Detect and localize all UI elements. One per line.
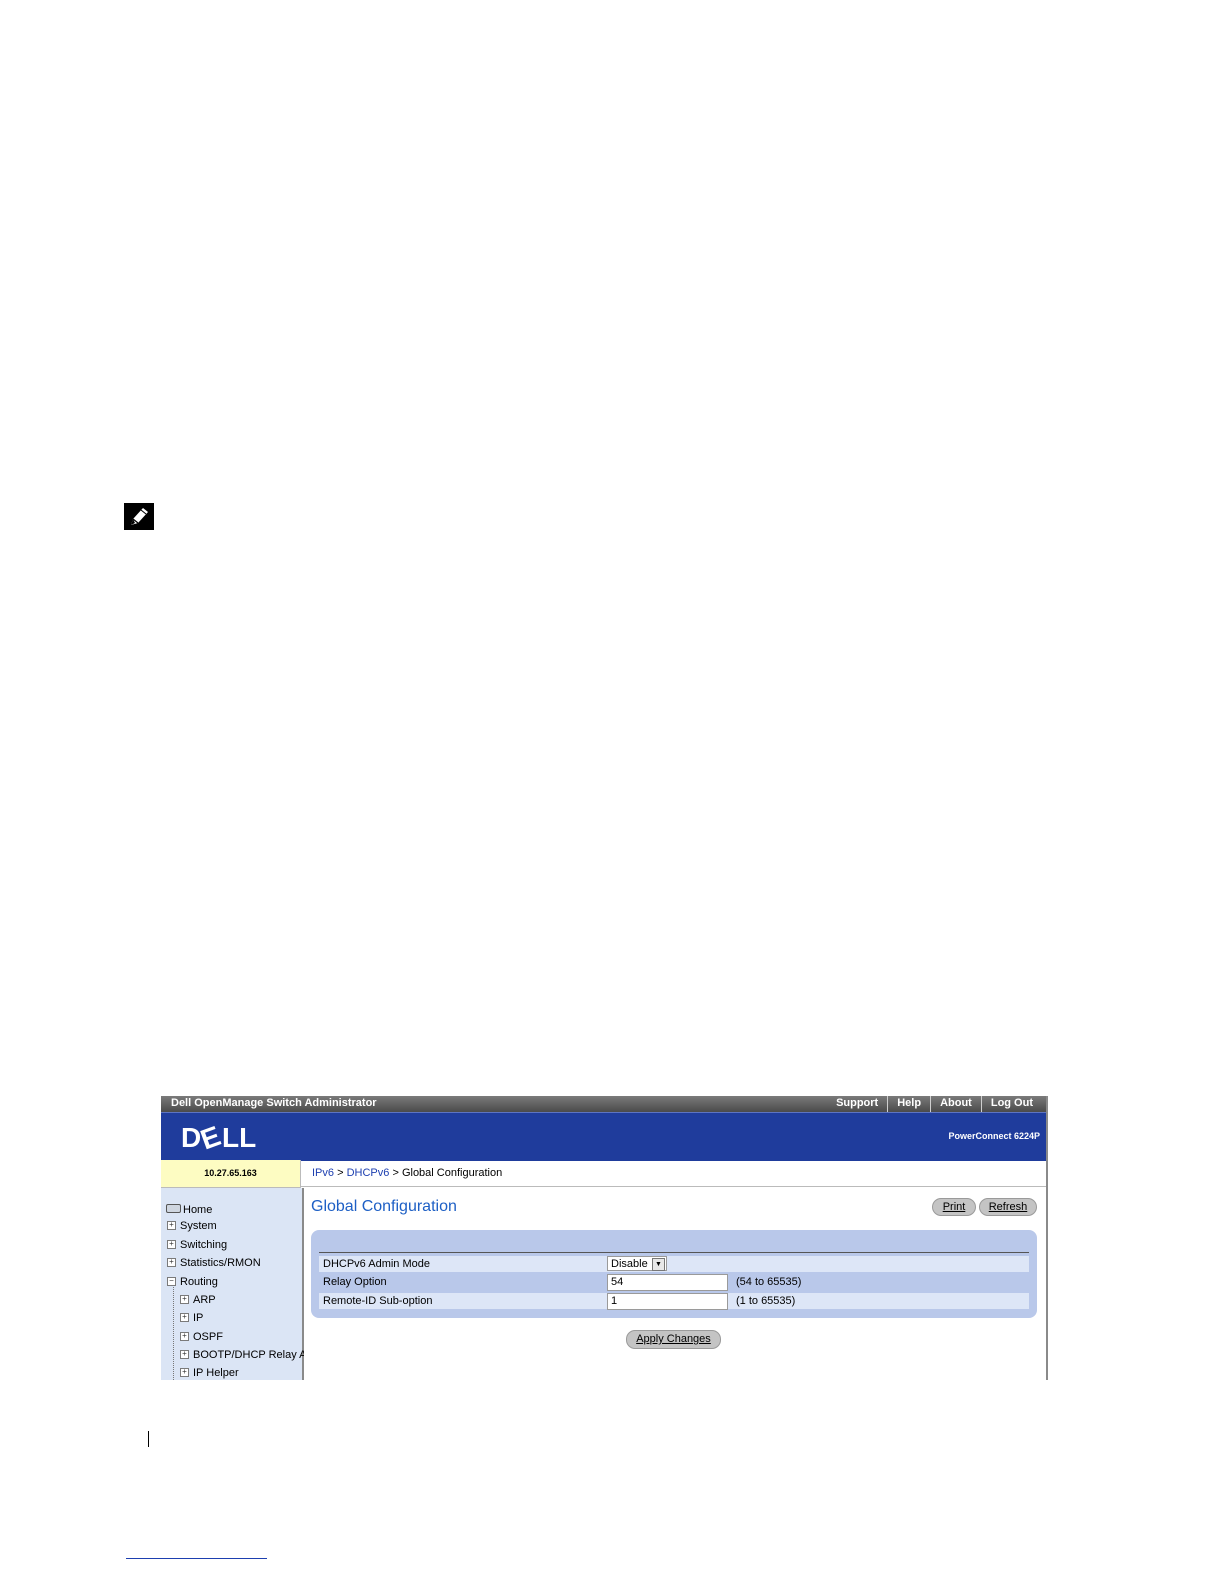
refresh-button[interactable]: Refresh xyxy=(979,1198,1037,1216)
relay-option-input[interactable]: 54 xyxy=(607,1274,728,1291)
config-panel: DHCPv6 Admin Mode Disable ▼ Relay Option… xyxy=(311,1230,1037,1318)
relay-option-range: (54 to 65535) xyxy=(736,1276,802,1288)
breadcrumb-current: Global Configuration xyxy=(401,1167,503,1179)
home-icon xyxy=(166,1204,181,1213)
table-row: DHCPv6 Admin Mode Disable ▼ xyxy=(319,1256,1029,1272)
sidebar-item-home[interactable]: Home xyxy=(166,1204,212,1216)
page-side-rule xyxy=(148,1431,149,1447)
breadcrumb-dhcpv6[interactable]: DHCPv6 xyxy=(347,1167,390,1179)
breadcrumb-separator: > xyxy=(337,1167,344,1179)
sidebar-item-system[interactable]: + System xyxy=(167,1220,217,1232)
expand-icon[interactable]: + xyxy=(180,1313,189,1322)
collapse-icon[interactable]: − xyxy=(167,1277,176,1286)
remote-id-range: (1 to 65535) xyxy=(736,1295,796,1307)
remote-id-input[interactable]: 1 xyxy=(607,1293,728,1310)
tree-line xyxy=(173,1284,175,1380)
chevron-down-icon[interactable]: ▼ xyxy=(652,1258,665,1271)
note-pencil-icon xyxy=(124,503,154,530)
relay-option-label: Relay Option xyxy=(323,1276,387,1288)
expand-icon[interactable]: + xyxy=(167,1221,176,1230)
expand-icon[interactable]: + xyxy=(180,1332,189,1341)
table-row: Relay Option 54 (54 to 65535) xyxy=(319,1274,1029,1291)
logout-link[interactable]: Log Out xyxy=(980,1096,1042,1112)
dell-logo: D E LL xyxy=(181,1122,256,1152)
screenshot-window: Dell OpenManage Switch Administrator Sup… xyxy=(161,1096,1048,1380)
admin-mode-select[interactable]: Disable ▼ xyxy=(607,1256,667,1271)
expand-icon[interactable]: + xyxy=(167,1240,176,1249)
print-button[interactable]: Print xyxy=(932,1198,976,1216)
help-link[interactable]: Help xyxy=(887,1096,930,1112)
expand-icon[interactable]: + xyxy=(180,1350,189,1359)
sidebar-item-ospf[interactable]: + OSPF xyxy=(180,1331,223,1343)
top-links: Support Help About Log Out xyxy=(827,1096,1042,1112)
footnote-rule xyxy=(126,1558,267,1559)
support-link[interactable]: Support xyxy=(827,1096,887,1112)
table-row: Remote-ID Sub-option 1 (1 to 65535) xyxy=(319,1293,1029,1310)
app-title: Dell OpenManage Switch Administrator xyxy=(171,1097,377,1109)
top-bar: Dell OpenManage Switch Administrator Sup… xyxy=(161,1096,1046,1112)
sidebar-item-ip[interactable]: + IP xyxy=(180,1312,203,1324)
sidebar-item-arp[interactable]: + ARP xyxy=(180,1294,216,1306)
breadcrumb: IPv6 > DHCPv6 > Global Configuration xyxy=(301,1160,1046,1187)
page-title: Global Configuration xyxy=(311,1198,457,1215)
svg-text:LL: LL xyxy=(222,1122,256,1152)
sidebar-item-bootp[interactable]: + BOOTP/DHCP Relay A xyxy=(180,1349,307,1361)
expand-icon[interactable]: + xyxy=(167,1258,176,1267)
main-content: Global Configuration Print Refresh DHCPv… xyxy=(304,1188,1044,1380)
ip-address: 10.27.65.163 xyxy=(161,1160,301,1188)
breadcrumb-ipv6[interactable]: IPv6 xyxy=(312,1167,334,1179)
sidebar-item-ip-helper[interactable]: + IP Helper xyxy=(180,1367,239,1379)
model-name: PowerConnect 6224P xyxy=(948,1131,1040,1141)
remote-id-label: Remote-ID Sub-option xyxy=(323,1295,433,1307)
sidebar-item-routing[interactable]: − Routing xyxy=(167,1276,218,1288)
apply-changes-button[interactable]: Apply Changes xyxy=(626,1330,721,1349)
panel-divider xyxy=(319,1252,1029,1253)
expand-icon[interactable]: + xyxy=(180,1368,189,1377)
breadcrumb-separator: > xyxy=(392,1167,399,1179)
about-link[interactable]: About xyxy=(930,1096,981,1112)
sidebar-item-switching[interactable]: + Switching xyxy=(167,1239,227,1251)
sidebar-item-statistics[interactable]: + Statistics/RMON xyxy=(167,1257,261,1269)
sidebar: Home + System + Switching + Statistics/RMON… xyxy=(161,1188,307,1380)
expand-icon[interactable]: + xyxy=(180,1295,189,1304)
brand-banner: D E LL PowerConnect 6224P xyxy=(161,1112,1046,1161)
admin-mode-label: DHCPv6 Admin Mode xyxy=(323,1258,430,1270)
